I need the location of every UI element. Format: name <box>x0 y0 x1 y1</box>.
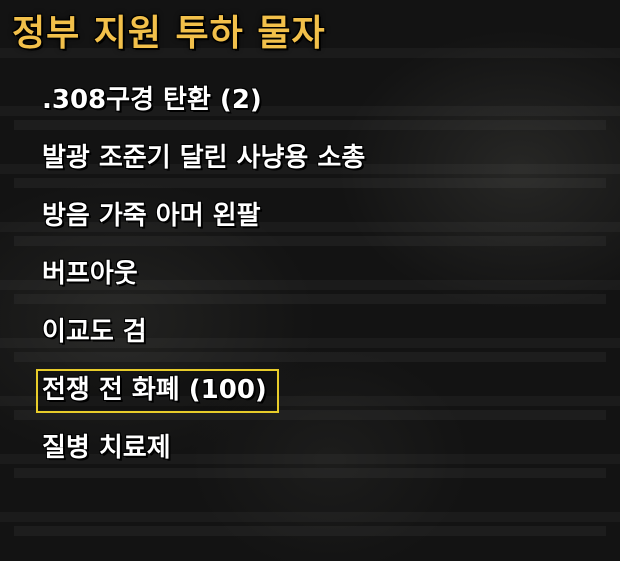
loot-item[interactable]: 질병 치료제 <box>14 420 606 478</box>
loot-item[interactable]: .308구경 탄환 (2) <box>14 72 606 130</box>
loot-item-label: 전쟁 전 화폐 (100) <box>36 369 279 413</box>
loot-item-label: 이교도 검 <box>42 317 147 347</box>
loot-item-label: 방음 가죽 아머 왼팔 <box>42 201 261 231</box>
loot-item-label: .308구경 탄환 (2) <box>42 85 262 115</box>
loot-item-label: 버프아웃 <box>42 259 138 289</box>
empty-slot <box>14 478 606 536</box>
panel-title: 정부 지원 투하 물자 <box>12 13 326 54</box>
loot-item[interactable]: 이교도 검 <box>14 304 606 362</box>
loot-item-label: 질병 치료제 <box>42 433 171 463</box>
loot-item[interactable]: 버프아웃 <box>14 246 606 304</box>
loot-item-label: 발광 조준기 달린 사냥용 소총 <box>42 143 366 173</box>
loot-item-list: .308구경 탄환 (2) 발광 조준기 달린 사냥용 소총 방음 가죽 아머 … <box>14 72 606 536</box>
loot-item[interactable]: 방음 가죽 아머 왼팔 <box>14 188 606 246</box>
loot-item-selected[interactable]: 전쟁 전 화폐 (100) <box>14 362 606 420</box>
loot-item[interactable]: 발광 조준기 달린 사냥용 소총 <box>14 130 606 188</box>
